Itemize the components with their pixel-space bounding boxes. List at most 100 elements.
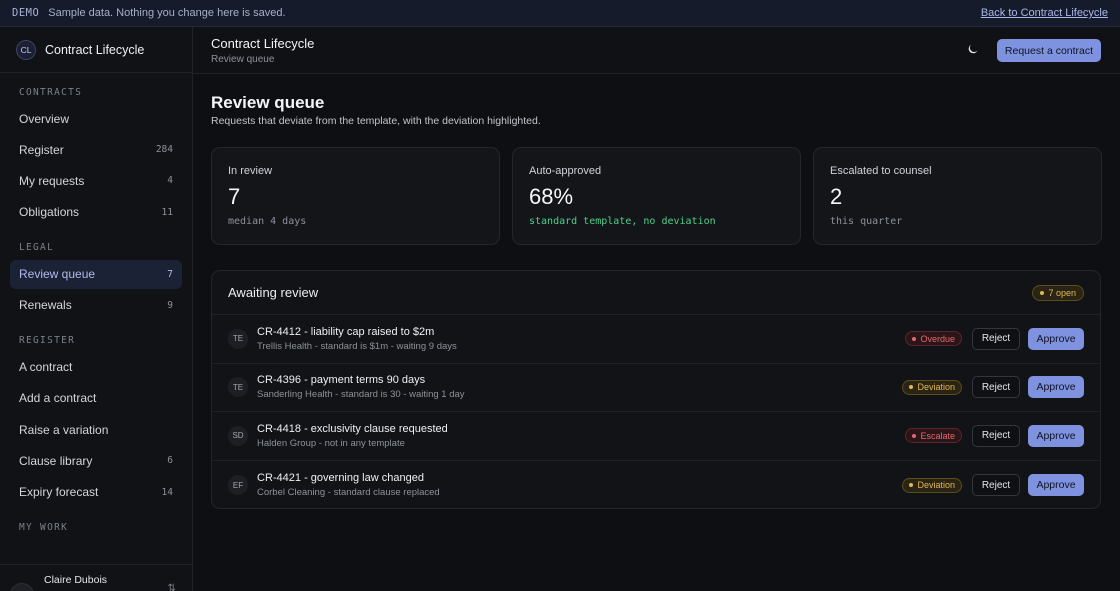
status-dot-icon bbox=[912, 336, 917, 341]
status-label: Deviation bbox=[917, 382, 955, 393]
stat-card-escalated: Escalated to counsel 2 this quarter bbox=[813, 147, 1102, 245]
review-row-text: CR-4396 - payment terms 90 days Sanderli… bbox=[257, 374, 465, 400]
main-content: Review queue Requests that deviate from … bbox=[193, 74, 1120, 591]
panel-title: Awaiting review bbox=[228, 285, 319, 300]
requester-avatar: EF bbox=[228, 475, 248, 496]
review-row-title[interactable]: CR-4412 - liability cap raised to $2m bbox=[257, 326, 457, 338]
sidebar-item-label: Overview bbox=[19, 111, 70, 126]
app-logo: CL bbox=[16, 39, 36, 60]
sidebar-item-my-requests[interactable]: My requests 4 bbox=[10, 166, 182, 195]
topbar-subtitle: Review queue bbox=[211, 54, 275, 65]
review-row-subtitle: Trellis Health - standard is $1m - waiti… bbox=[257, 340, 457, 352]
user-name: Claire Dubois bbox=[44, 574, 108, 586]
open-count-label: 7 open bbox=[1048, 287, 1076, 298]
page-title: Review queue bbox=[211, 93, 325, 112]
sidebar-item-add-a-contract[interactable]: Add a contract bbox=[10, 384, 182, 413]
topbar: Contract Lifecycle Review queue Request … bbox=[193, 27, 1120, 74]
requester-avatar: TE bbox=[228, 328, 248, 349]
sidebar-nav: CONTRACTS Overview Register 284 My requests 4… bbox=[0, 73, 192, 537]
sidebar-item-label: Review queue bbox=[19, 267, 96, 282]
avatar: CD bbox=[10, 583, 34, 591]
review-row-actions: Deviation Reject Approve bbox=[902, 376, 1084, 399]
sidebar-item-label: A contract bbox=[19, 360, 73, 375]
review-row-title[interactable]: CR-4396 - payment terms 90 days bbox=[257, 374, 465, 386]
sidebar-item-count: 14 bbox=[161, 486, 173, 498]
approve-button[interactable]: Approve bbox=[1028, 424, 1084, 447]
topbar-title: Contract Lifecycle bbox=[211, 36, 315, 51]
sidebar-item-a-contract[interactable]: A contract bbox=[10, 353, 182, 382]
sidebar-item-clause-library[interactable]: Clause library 6 bbox=[10, 446, 182, 475]
sidebar-item-count: 11 bbox=[161, 206, 173, 218]
review-row: SD CR-4418 - exclusivity clause requeste… bbox=[212, 412, 1100, 461]
requester-avatar: SD bbox=[228, 425, 248, 446]
sidebar-item-count: 6 bbox=[167, 455, 173, 467]
status-label: Overdue bbox=[920, 333, 955, 344]
review-row-title[interactable]: CR-4418 - exclusivity clause requested bbox=[257, 423, 448, 435]
status-label: Deviation bbox=[917, 480, 955, 491]
sidebar: CL Contract Lifecycle CONTRACTS Overview R… bbox=[0, 27, 193, 591]
review-row-text: CR-4421 - governing law changed Corbel C… bbox=[257, 472, 440, 498]
sidebar-item-label: Clause library bbox=[19, 453, 93, 468]
sidebar-item-expiry-forecast[interactable]: Expiry forecast 14 bbox=[10, 478, 182, 507]
review-row-text: CR-4418 - exclusivity clause requested H… bbox=[257, 423, 448, 449]
requester-avatar: TE bbox=[228, 377, 248, 398]
user-switch-icon[interactable]: ⇅ bbox=[168, 583, 176, 591]
panel-header: Awaiting review 7 open bbox=[212, 271, 1100, 315]
status-badge: Escalate bbox=[905, 428, 962, 444]
review-row: TE CR-4412 - liability cap raised to $2m… bbox=[212, 315, 1100, 364]
review-row-actions: Overdue Reject Approve bbox=[905, 327, 1084, 350]
back-link[interactable]: Back to Contract Lifecycle bbox=[981, 7, 1108, 19]
status-badge: Overdue bbox=[905, 331, 962, 347]
brand: CL Contract Lifecycle bbox=[0, 27, 192, 73]
approve-button[interactable]: Approve bbox=[1028, 474, 1084, 497]
status-badge: Deviation bbox=[902, 477, 962, 493]
page-subtitle: Requests that deviate from the template,… bbox=[211, 115, 541, 127]
sidebar-item-label: Add a contract bbox=[19, 391, 97, 406]
section-label: LEGAL bbox=[19, 242, 55, 254]
demo-tag: DEMO bbox=[12, 7, 40, 19]
status-dot-icon bbox=[1040, 290, 1045, 295]
sidebar-item-raise-a-variation[interactable]: Raise a variation bbox=[10, 415, 182, 444]
stat-label: In review bbox=[228, 165, 273, 177]
review-row-text: CR-4412 - liability cap raised to $2m Tr… bbox=[257, 326, 457, 352]
approve-button[interactable]: Approve bbox=[1028, 327, 1084, 350]
moon-icon[interactable] bbox=[967, 43, 981, 57]
approve-button[interactable]: Approve bbox=[1028, 376, 1084, 399]
demo-message: Sample data. Nothing you change here is … bbox=[48, 7, 286, 19]
reject-button[interactable]: Reject bbox=[972, 376, 1020, 399]
stat-value: 7 bbox=[228, 184, 241, 209]
user-menu[interactable]: CD Claire Dubois ⇅ bbox=[0, 564, 192, 591]
section-label: REGISTER bbox=[19, 335, 76, 347]
request-contract-button[interactable]: Request a contract bbox=[997, 39, 1101, 62]
review-row-title[interactable]: CR-4421 - governing law changed bbox=[257, 472, 440, 484]
status-dot-icon bbox=[909, 483, 914, 488]
reject-button[interactable]: Reject bbox=[972, 424, 1020, 447]
sidebar-item-label: Renewals bbox=[19, 298, 72, 313]
sidebar-item-count: 284 bbox=[155, 144, 173, 156]
sidebar-item-register[interactable]: Register 284 bbox=[10, 135, 182, 164]
sidebar-item-review-queue[interactable]: Review queue 7 bbox=[10, 259, 182, 289]
section-label: CONTRACTS bbox=[19, 86, 83, 98]
status-dot-icon bbox=[909, 385, 914, 390]
stat-note: standard template, no deviation bbox=[529, 216, 716, 227]
sidebar-item-obligations[interactable]: Obligations 11 bbox=[10, 198, 182, 227]
sidebar-item-label: Expiry forecast bbox=[19, 485, 99, 499]
sidebar-item-overview[interactable]: Overview bbox=[10, 104, 182, 133]
stat-card-auto-approved: Auto-approved 68% standard template, no … bbox=[512, 147, 801, 245]
reject-button[interactable]: Reject bbox=[972, 474, 1020, 497]
stat-note: this quarter bbox=[830, 216, 903, 227]
review-row-actions: Deviation Reject Approve bbox=[902, 474, 1084, 497]
sidebar-item-label: Register bbox=[19, 142, 64, 157]
sidebar-item-renewals[interactable]: Renewals 9 bbox=[10, 291, 182, 320]
app-name: Contract Lifecycle bbox=[45, 42, 145, 57]
stat-value: 2 bbox=[830, 184, 843, 209]
review-row: EF CR-4421 - governing law changed Corbe… bbox=[212, 461, 1100, 510]
status-label: Escalate bbox=[920, 430, 955, 441]
reject-button[interactable]: Reject bbox=[972, 327, 1020, 350]
stat-label: Auto-approved bbox=[529, 165, 602, 177]
sidebar-item-count: 4 bbox=[167, 175, 173, 187]
review-row: TE CR-4396 - payment terms 90 days Sande… bbox=[212, 364, 1100, 413]
demo-banner: DEMO Sample data. Nothing you change her… bbox=[0, 0, 1120, 27]
review-row-actions: Escalate Reject Approve bbox=[905, 424, 1084, 447]
review-row-subtitle: Corbel Cleaning - standard clause replac… bbox=[257, 487, 440, 499]
